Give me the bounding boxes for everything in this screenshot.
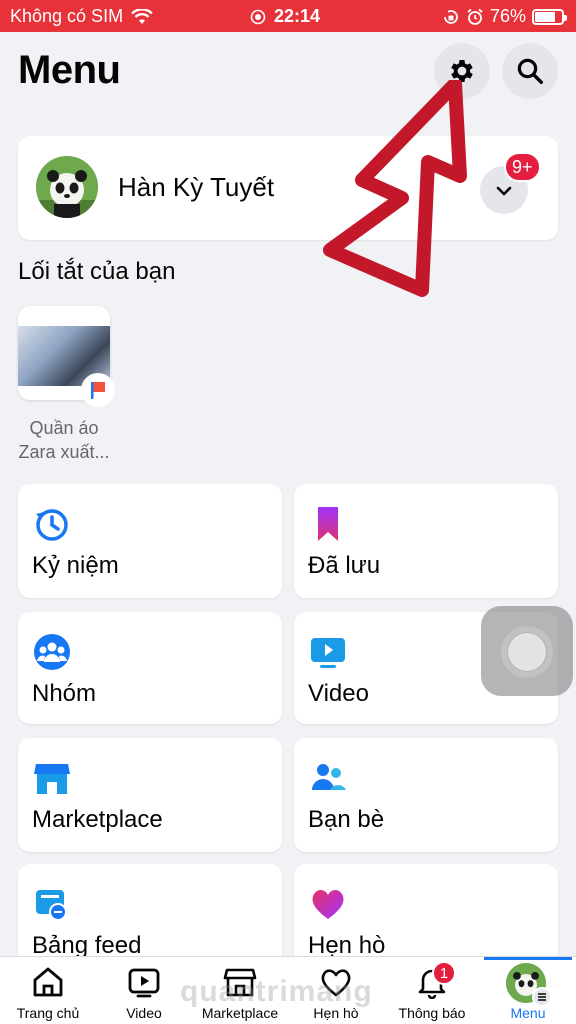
shortcut-label[interactable]: Quần áo Zara xuất...	[0, 416, 128, 464]
nav-notifications[interactable]: 1 Thông báo	[384, 957, 480, 1024]
tile-groups[interactable]: Nhóm	[18, 612, 282, 724]
tile-saved[interactable]: Đã lưu	[294, 484, 558, 598]
nav-label: Trang chủ	[16, 1005, 80, 1021]
tile-label: Nhóm	[32, 680, 97, 707]
tile-marketplace[interactable]: Marketplace	[18, 738, 282, 852]
nav-menu[interactable]: Menu	[480, 957, 576, 1024]
friends-icon	[312, 764, 346, 790]
wifi-icon	[131, 8, 153, 24]
alarm-icon	[467, 8, 483, 25]
video-play-icon	[128, 968, 160, 998]
hamburger-icon	[532, 987, 552, 1007]
nav-label: Video	[126, 1005, 162, 1021]
profile-name[interactable]: Hàn Kỳ Tuyết	[118, 172, 274, 203]
carrier-label: Không có SIM	[10, 6, 124, 26]
tile-label: Đã lưu	[308, 552, 381, 579]
rotation-lock-icon	[444, 9, 458, 24]
assistive-dot	[508, 633, 546, 671]
assistive-touch-button[interactable]	[481, 606, 573, 696]
chevron-down-icon	[496, 186, 512, 196]
notification-count-badge: 9+	[504, 152, 541, 182]
feeds-icon	[36, 890, 67, 921]
page-flag-icon	[81, 373, 115, 407]
bottom-nav: Trang chủ Video Marketplace Hẹn hò 1 Thô…	[0, 956, 576, 1024]
memories-clock-icon	[36, 509, 68, 541]
annotation-arrow-icon	[323, 80, 467, 297]
video-icon	[311, 638, 345, 668]
tile-memories[interactable]: Kỷ niệm	[18, 484, 282, 598]
battery-icon	[532, 8, 567, 25]
marketplace-store-icon	[34, 764, 70, 794]
tile-label: Video	[308, 680, 369, 707]
page-title: Menu	[18, 48, 121, 92]
clock-time: 22:14	[274, 6, 321, 26]
screen-record-icon	[250, 9, 266, 24]
tile-friends[interactable]: Bạn bè	[294, 738, 558, 852]
panda-avatar-image	[36, 156, 98, 218]
hamburger-lines	[538, 993, 546, 1001]
status-bar: Không có SIM 22:14 76%	[0, 0, 576, 32]
nav-home[interactable]: Trang chủ	[0, 957, 96, 1024]
search-button[interactable]	[502, 43, 558, 99]
nav-label: Menu	[510, 1005, 546, 1021]
nav-label: Thông báo	[398, 1005, 466, 1021]
groups-icon	[34, 634, 70, 670]
nav-video[interactable]: Video	[96, 957, 192, 1024]
tile-label: Bạn bè	[308, 806, 385, 833]
shortcut-label-line1: Quần áo	[29, 418, 99, 438]
avatar[interactable]	[36, 156, 98, 218]
saved-bookmark-icon	[318, 507, 338, 541]
watermark: quantrimang	[180, 975, 373, 1008]
tile-label: Marketplace	[32, 806, 163, 833]
shortcut-label-line2: Zara xuất...	[18, 442, 110, 462]
tile-label: Kỷ niệm	[32, 552, 119, 579]
home-icon	[33, 967, 63, 997]
shortcuts-heading: Lối tắt của bạn	[18, 258, 176, 285]
battery-percent: 76%	[489, 6, 526, 26]
search-icon	[517, 58, 543, 84]
dating-heart-icon	[312, 889, 344, 919]
notification-badge: 1	[432, 961, 456, 985]
